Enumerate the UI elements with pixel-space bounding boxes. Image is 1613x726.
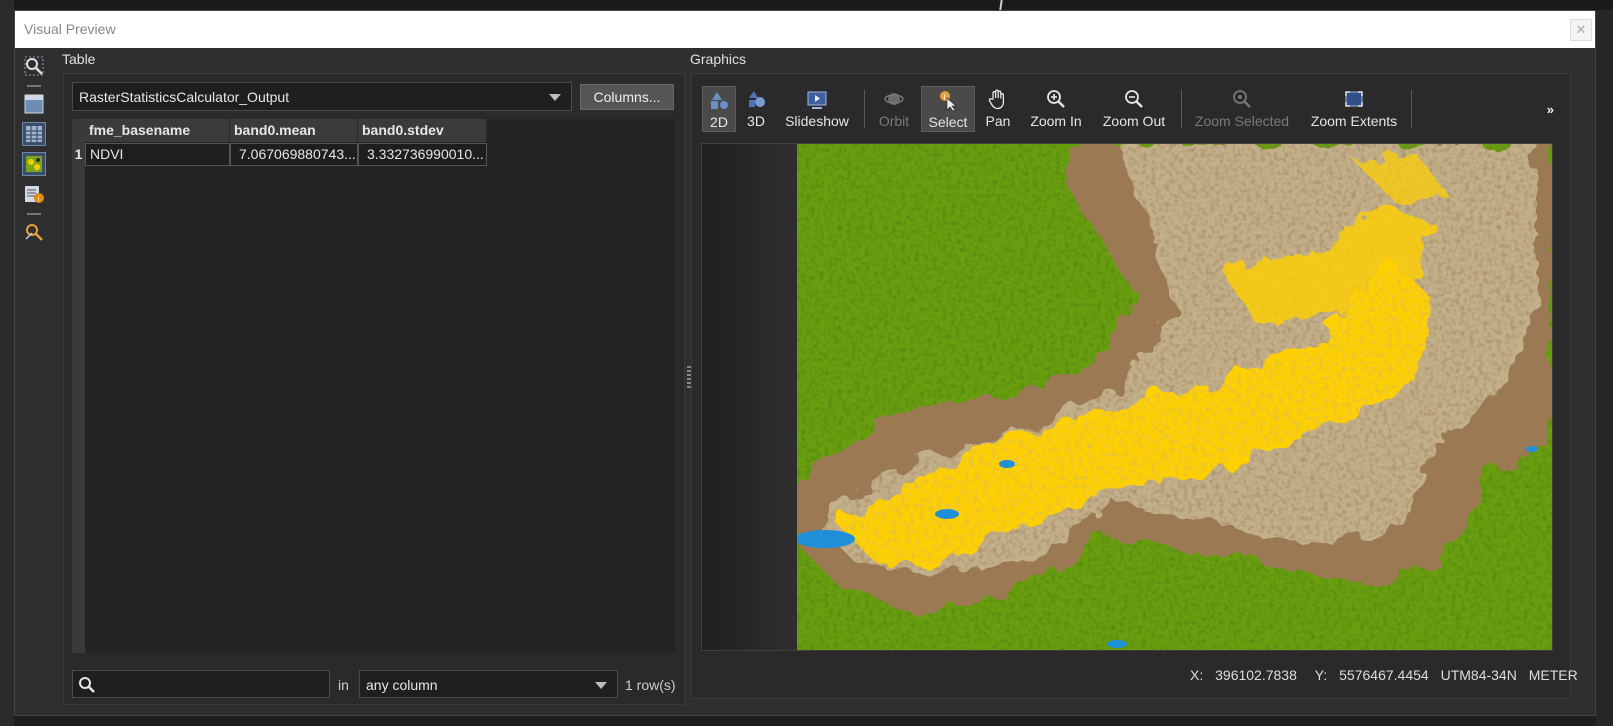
search-field[interactable]: [72, 670, 330, 698]
feature-info-icon[interactable]: i: [23, 183, 45, 205]
toolbar-separator: [27, 85, 41, 87]
tool-zoom-extents-label: Zoom Extents: [1310, 113, 1398, 129]
graphics-panel: 2D 3D Slideshow Orbit i Select Pan Zoom …: [691, 73, 1578, 699]
in-label: in: [338, 677, 349, 693]
select-icon: i: [940, 91, 957, 111]
y-value: 5576467.4454: [1339, 667, 1429, 683]
ndvi-raster-image[interactable]: [797, 144, 1552, 650]
zoom-in-icon: [1047, 90, 1065, 108]
table-cell[interactable]: 7.067069880743...: [230, 143, 358, 166]
svg-text:i: i: [944, 93, 946, 102]
app-background-left: [0, 0, 14, 726]
tools-icon[interactable]: [23, 221, 45, 243]
zoom-extents-icon: [1345, 91, 1363, 107]
map-empty-area: [702, 144, 797, 650]
column-filter-select[interactable]: any column: [359, 670, 618, 698]
chevron-down-icon: [549, 94, 561, 101]
visual-preview-window: Visual Preview ✕ i Table RasterStatistic…: [14, 10, 1596, 716]
table-panel-label: Table: [62, 51, 96, 67]
tool-zoom-out[interactable]: Zoom Out: [1096, 86, 1172, 132]
window-title: Visual Preview: [24, 21, 116, 37]
3d-icon: [749, 91, 765, 107]
y-label: Y:: [1314, 667, 1328, 683]
row-count: 1 row(s): [625, 677, 676, 693]
coordinate-readout: X: 396102.7838 Y: 5576467.4454 UTM84-34N…: [1182, 667, 1578, 683]
crs-label: UTM84-34N: [1440, 667, 1517, 683]
data-table: fme_basename band0.mean band0.stdev 1 ND…: [72, 119, 675, 653]
pan-hand-icon: [988, 89, 1005, 110]
columns-button[interactable]: Columns...: [580, 84, 674, 110]
zoom-out-icon: [1125, 90, 1143, 108]
toolbar-separator: [1181, 90, 1182, 128]
table-cell[interactable]: NDVI: [85, 143, 230, 166]
tool-slideshow[interactable]: Slideshow: [778, 86, 856, 132]
svg-text:i: i: [38, 195, 40, 204]
zoom-selected-icon: [1233, 90, 1251, 108]
orbit-icon: [884, 93, 904, 105]
chevron-down-icon: [595, 682, 607, 689]
row-header-column: [72, 119, 85, 653]
tool-2d-label: 2D: [710, 114, 728, 130]
map-view[interactable]: [701, 143, 1553, 651]
tool-orbit[interactable]: Orbit: [872, 86, 916, 132]
units-label: METER: [1528, 667, 1578, 683]
tool-pan[interactable]: Pan: [979, 86, 1017, 132]
tool-orbit-label: Orbit: [878, 113, 910, 129]
row-number[interactable]: 1: [72, 143, 85, 166]
column-header-band0-stdev[interactable]: band0.stdev: [358, 119, 487, 142]
inspect-icon[interactable]: [23, 55, 45, 77]
tool-zoom-in[interactable]: Zoom In: [1024, 86, 1088, 132]
tool-3d-label: 3D: [747, 113, 765, 129]
tool-2d[interactable]: 2D: [702, 86, 736, 132]
tool-zoom-out-label: Zoom Out: [1102, 113, 1166, 129]
graphics-panel-label: Graphics: [690, 51, 747, 67]
table-cell[interactable]: 3.332736990010...: [358, 143, 487, 166]
app-background-top: [0, 0, 1613, 10]
search-icon: [79, 677, 95, 693]
x-value: 396102.7838: [1215, 667, 1297, 683]
graphics-view-icon[interactable]: [22, 152, 46, 176]
tool-select-label: Select: [928, 114, 968, 130]
toolbar-separator: [27, 213, 41, 215]
tool-zoom-selected[interactable]: Zoom Selected: [1189, 86, 1295, 132]
column-header-fme-basename[interactable]: fme_basename: [85, 119, 230, 142]
tool-slideshow-label: Slideshow: [785, 113, 849, 129]
column-filter-value: any column: [366, 677, 438, 693]
side-toolbar: i: [17, 51, 51, 251]
tool-select[interactable]: i Select: [921, 86, 975, 132]
tool-pan-label: Pan: [985, 113, 1011, 129]
app-background-right: [1596, 10, 1613, 726]
tool-3d[interactable]: 3D: [739, 86, 773, 132]
tool-zoom-selected-label: Zoom Selected: [1194, 113, 1290, 129]
layout-icon[interactable]: [23, 93, 45, 115]
tool-zoom-in-label: Zoom In: [1030, 113, 1082, 129]
table-view-icon[interactable]: [22, 122, 46, 146]
slideshow-icon: [807, 91, 827, 109]
2d-icon: [711, 92, 728, 109]
toolbar-separator: [1411, 90, 1412, 128]
dataset-select[interactable]: RasterStatisticsCalculator_Output: [72, 82, 572, 111]
table-panel: RasterStatisticsCalculator_Output Column…: [63, 73, 685, 705]
column-header-band0-mean[interactable]: band0.mean: [230, 119, 358, 142]
x-label: X:: [1190, 667, 1204, 683]
tool-zoom-extents[interactable]: Zoom Extents: [1304, 86, 1404, 132]
toolbar-overflow-button[interactable]: »: [1547, 102, 1554, 117]
dataset-select-value: RasterStatisticsCalculator_Output: [79, 89, 290, 105]
toolbar-separator: [864, 90, 865, 128]
window-titlebar[interactable]: Visual Preview ✕: [15, 11, 1595, 48]
close-button[interactable]: ✕: [1570, 19, 1592, 41]
